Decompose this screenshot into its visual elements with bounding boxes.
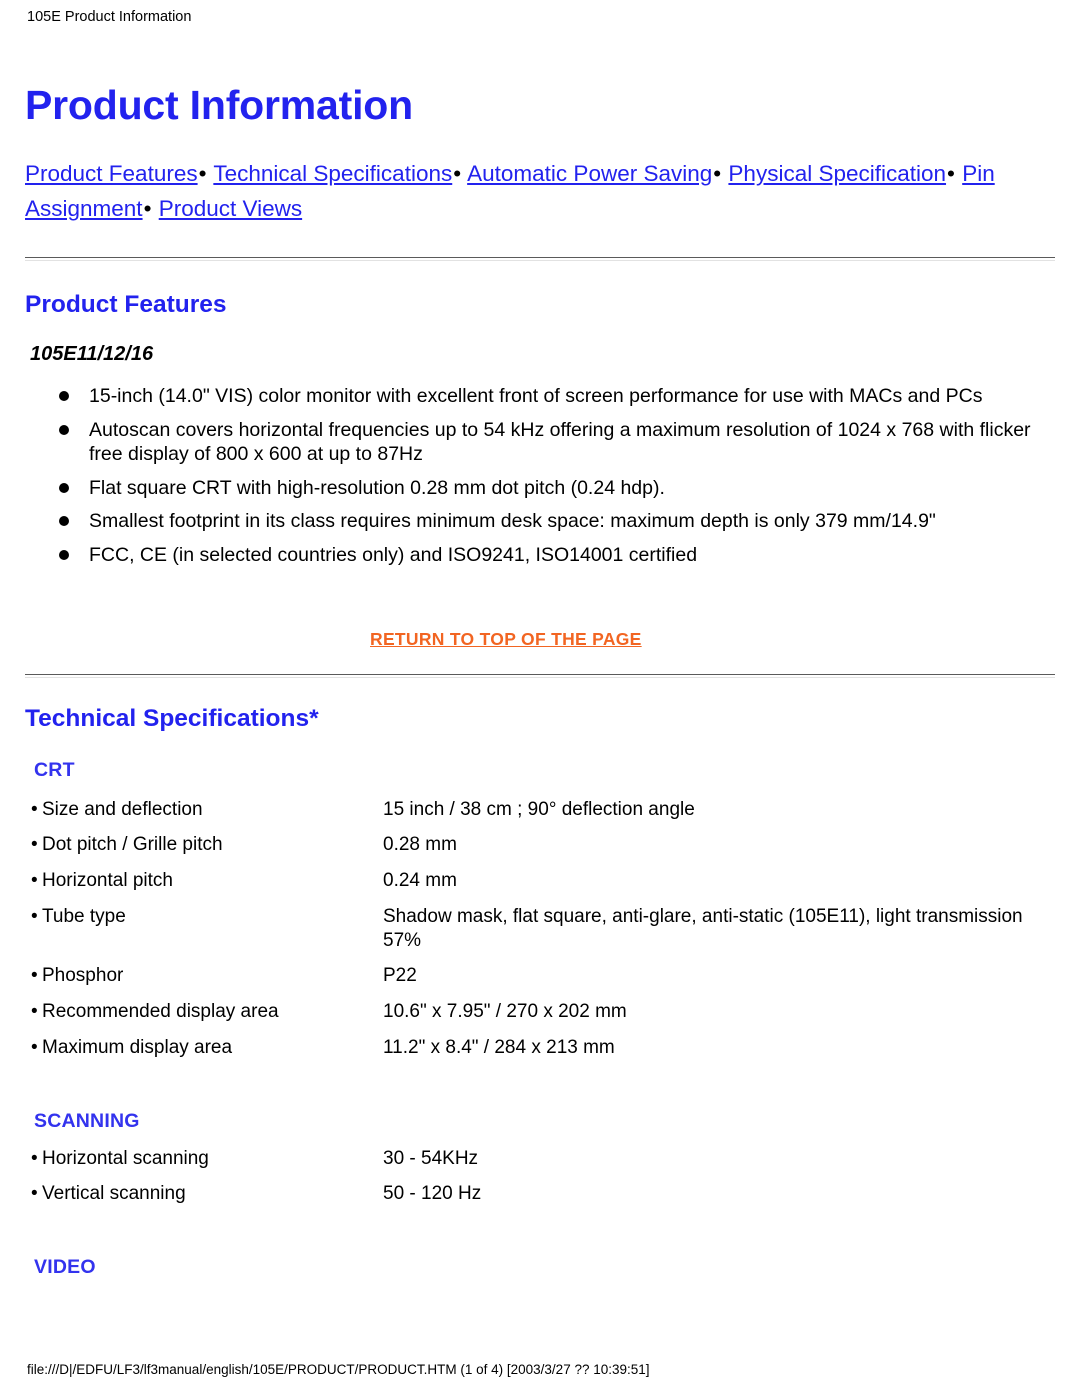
bullet-icon: • bbox=[31, 798, 38, 820]
spec-value: 50 - 120 Hz bbox=[383, 1183, 482, 1205]
bullet-icon: • bbox=[31, 870, 38, 892]
spec-label: Maximum display area bbox=[42, 1036, 233, 1058]
spec-label-cell: • Phosphor bbox=[31, 958, 381, 994]
subsection-heading-scanning: SCANNING bbox=[34, 1109, 140, 1132]
section-heading-technical-specifications: Technical Specifications* bbox=[25, 704, 319, 732]
bullet-icon: • bbox=[31, 905, 38, 927]
table-row: • Recommended display area 10.6" x 7.95" … bbox=[31, 994, 1031, 1030]
bullet-icon: • bbox=[31, 1001, 38, 1023]
spec-value: 11.2" x 8.4" / 284 x 213 mm bbox=[383, 1036, 615, 1058]
nav-link-physical-specification[interactable]: Physical Specification bbox=[728, 161, 946, 186]
table-row: • Phosphor P22 bbox=[31, 958, 1031, 994]
spec-label-cell: • Horizontal pitch bbox=[31, 863, 381, 899]
list-item: FCC, CE (in selected countries only) and… bbox=[55, 543, 1055, 568]
spec-label-cell: • Horizontal scanning bbox=[31, 1141, 381, 1177]
table-row: • Tube type Shadow mask, flat square, ant… bbox=[31, 899, 1031, 959]
spec-label: Horizontal pitch bbox=[42, 870, 173, 892]
model-designation: 105E11/12/16 bbox=[30, 343, 154, 366]
feature-text: FCC, CE (in selected countries only) and… bbox=[89, 544, 698, 566]
page-title: Product Information bbox=[25, 82, 413, 128]
nav-separator: • bbox=[713, 161, 722, 186]
spec-label: Tube type bbox=[42, 905, 126, 927]
nav-separator: • bbox=[947, 161, 955, 186]
bullet-icon bbox=[59, 516, 69, 527]
spec-label-cell: • Size and deflection bbox=[31, 792, 381, 828]
spec-value: 15 inch / 38 cm ; 90° deflection angle bbox=[383, 798, 695, 820]
section-divider bbox=[25, 257, 1055, 262]
spec-label: Vertical scanning bbox=[42, 1183, 186, 1205]
list-item: Smallest footprint in its class requires… bbox=[55, 509, 1055, 534]
spec-label-cell: • Vertical scanning bbox=[31, 1176, 381, 1212]
list-item: 15-inch (14.0" VIS) color monitor with e… bbox=[55, 384, 1055, 409]
section-divider bbox=[25, 673, 1055, 678]
bullet-icon bbox=[59, 391, 69, 402]
spec-label: Horizontal scanning bbox=[42, 1147, 209, 1169]
list-item: Autoscan covers horizontal frequencies u… bbox=[55, 418, 1055, 467]
spec-label: Recommended display area bbox=[42, 1001, 279, 1023]
section-heading-product-features: Product Features bbox=[25, 291, 227, 319]
feature-text: 15-inch (14.0" VIS) color monitor with e… bbox=[89, 385, 983, 408]
spec-value: P22 bbox=[383, 965, 417, 987]
spec-table-scanning: • Horizontal scanning 30 - 54KHz • Vertica… bbox=[31, 1141, 1031, 1213]
bullet-icon: • bbox=[31, 1147, 38, 1169]
spec-value: 0.24 mm bbox=[383, 870, 457, 892]
document-footer-path: file:///D|/EDFU/LF3/lf3manual/english/10… bbox=[27, 1362, 650, 1377]
in-page-nav: Product Features• Technical Specificatio… bbox=[25, 156, 1055, 226]
spec-label: Size and deflection bbox=[42, 798, 203, 820]
page-content: Product Information Product Features• Te… bbox=[0, 30, 1080, 1279]
document-header-title: 105E Product Information bbox=[27, 9, 192, 25]
feature-text: Smallest footprint in its class requires… bbox=[89, 510, 936, 533]
feature-text: Autoscan covers horizontal frequencies u… bbox=[89, 418, 1031, 466]
spec-table-crt: • Size and deflection 15 inch / 38 cm ; 9… bbox=[31, 792, 1031, 1066]
bullet-icon bbox=[59, 550, 69, 560]
spec-value: 10.6" x 7.95" / 270 x 202 mm bbox=[383, 1001, 627, 1023]
nav-separator: • bbox=[453, 161, 462, 186]
bullet-icon: • bbox=[31, 965, 38, 987]
list-item: Flat square CRT with high-resolution 0.2… bbox=[55, 476, 1055, 501]
spec-label-cell: • Tube type bbox=[31, 899, 381, 959]
subsection-heading-video: VIDEO bbox=[34, 1256, 96, 1279]
spec-value: 30 - 54KHz bbox=[383, 1147, 479, 1169]
spec-label-cell: • Dot pitch / Grille pitch bbox=[31, 827, 381, 863]
bullet-icon bbox=[59, 424, 69, 435]
table-row: • Maximum display area 11.2" x 8.4" / 284… bbox=[31, 1030, 1031, 1066]
subsection-heading-crt: CRT bbox=[34, 758, 75, 781]
spec-value: 0.28 mm bbox=[383, 834, 457, 856]
product-features-list: 15-inch (14.0" VIS) color monitor with e… bbox=[25, 384, 1055, 567]
table-row: • Size and deflection 15 inch / 38 cm ; 9… bbox=[31, 792, 1031, 828]
return-to-top-link[interactable]: RETURN TO TOP OF THE PAGE bbox=[370, 629, 642, 649]
table-row: • Vertical scanning 50 - 120 Hz bbox=[31, 1176, 1031, 1212]
nav-link-technical-specifications[interactable]: Technical Specifications bbox=[213, 161, 452, 186]
nav-link-product-views[interactable]: Product Views bbox=[159, 196, 302, 221]
nav-separator: • bbox=[143, 196, 152, 222]
bullet-icon bbox=[59, 482, 69, 493]
nav-link-product-features[interactable]: Product Features bbox=[25, 161, 198, 186]
bullet-icon: • bbox=[31, 1183, 38, 1205]
bullet-icon: • bbox=[31, 1036, 38, 1058]
nav-separator: • bbox=[198, 161, 207, 186]
spec-label-cell: • Recommended display area bbox=[31, 994, 381, 1030]
return-to-top-row: RETURN TO TOP OF THE PAGE bbox=[25, 629, 1055, 650]
table-row: • Horizontal pitch 0.24 mm bbox=[31, 863, 1031, 899]
table-row: • Dot pitch / Grille pitch 0.28 mm bbox=[31, 827, 1031, 863]
nav-link-automatic-power-saving[interactable]: Automatic Power Saving bbox=[467, 161, 712, 186]
table-row: • Horizontal scanning 30 - 54KHz bbox=[31, 1141, 1031, 1177]
spec-label-cell: • Maximum display area bbox=[31, 1030, 381, 1066]
feature-text: Flat square CRT with high-resolution 0.2… bbox=[89, 476, 665, 499]
spec-label: Dot pitch / Grille pitch bbox=[42, 834, 223, 856]
spec-label: Phosphor bbox=[42, 965, 124, 987]
spec-value: Shadow mask, flat square, anti-glare, an… bbox=[383, 905, 1023, 951]
bullet-icon: • bbox=[31, 834, 38, 856]
